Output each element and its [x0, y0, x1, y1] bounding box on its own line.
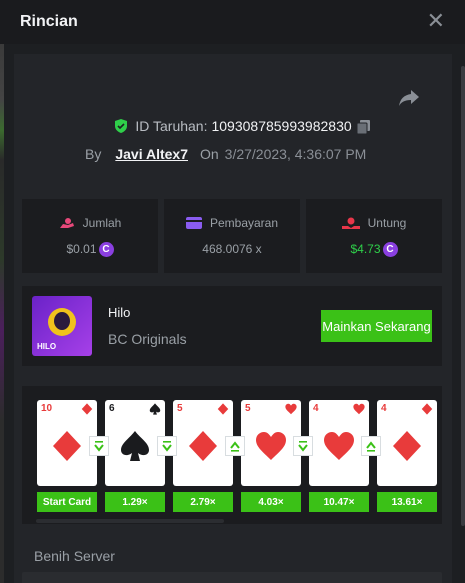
- coin-icon: C: [98, 241, 114, 257]
- stat-label-profit: Untung: [367, 215, 407, 230]
- bet-id-row: ID Taruhan: 109308785993982830: [0, 118, 465, 134]
- playing-card: 4: [309, 400, 369, 486]
- higher-arrow-icon: [361, 436, 381, 456]
- heart-suit-icon: [285, 403, 297, 415]
- diamond-suit-icon: [421, 403, 433, 415]
- server-seed-field[interactable]: [22, 572, 442, 583]
- card-multiplier: Start Card: [37, 492, 97, 512]
- card-slot: 5 2.79×: [173, 400, 233, 512]
- stat-card-amount: Jumlah $0.01 C: [22, 199, 158, 273]
- stat-label-payout: Pembayaran: [209, 216, 279, 230]
- higher-arrow-icon: [225, 436, 245, 456]
- user-link[interactable]: Javi Altex7: [115, 146, 188, 162]
- diamond-suit-icon: [53, 431, 81, 461]
- game-thumb-label: HILO: [37, 342, 57, 351]
- bet-author-row: By Javi Altex7 On 3/27/2023, 4:36:07 PM: [85, 146, 366, 162]
- cards-scrollbar[interactable]: [36, 519, 224, 523]
- card-multiplier: 4.03×: [241, 492, 301, 512]
- stats-row: Jumlah $0.01 C Pembayaran 468.0076 x Unt…: [22, 199, 442, 273]
- playing-card: 6: [105, 400, 165, 486]
- card-rank: 4: [313, 403, 319, 414]
- card-multiplier: 2.79×: [173, 492, 233, 512]
- bet-date: 3/27/2023, 4:36:07 PM: [224, 146, 367, 162]
- stat-value-profit: $4.73: [350, 242, 381, 256]
- card-multiplier: 13.61×: [377, 492, 437, 512]
- copy-icon[interactable]: [356, 119, 372, 135]
- card-rank: 10: [41, 403, 53, 414]
- card-multiplier: 10.47×: [309, 492, 369, 512]
- wager-icon: [59, 217, 74, 228]
- game-name[interactable]: Hilo: [108, 305, 130, 320]
- game-provider: BC Originals: [108, 331, 187, 347]
- card-multiplier: 1.29×: [105, 492, 165, 512]
- heart-suit-icon: [353, 403, 365, 415]
- card-slot: 6 1.29×: [105, 400, 165, 512]
- stat-card-profit: Untung $4.73 C: [306, 199, 442, 273]
- playing-card: 5: [241, 400, 301, 486]
- card-rank: 4: [381, 403, 387, 414]
- card-slot: 5 4.03×: [241, 400, 301, 512]
- spade-suit-icon: [149, 403, 161, 415]
- stat-card-payout: Pembayaran 468.0076 x: [164, 199, 300, 273]
- modal-scrollbar[interactable]: [461, 66, 465, 526]
- shield-check-icon: [115, 119, 128, 133]
- share-icon[interactable]: [397, 88, 421, 108]
- heart-suit-icon: [324, 432, 354, 460]
- stat-value-amount: $0.01: [66, 242, 97, 256]
- game-row: HILO Hilo BC Originals Mainkan Sekarang: [22, 286, 442, 366]
- spade-suit-icon: [121, 431, 149, 461]
- lower-arrow-icon: [157, 436, 177, 456]
- modal-title: Rincian: [20, 13, 78, 30]
- diamond-suit-icon: [393, 431, 421, 461]
- bet-id-label: ID Taruhan:: [135, 118, 208, 134]
- by-label: By: [85, 146, 102, 162]
- bet-id-value: 109308785993982830: [211, 118, 352, 134]
- card-rank: 6: [109, 403, 115, 414]
- game-thumbnail[interactable]: HILO: [32, 296, 92, 356]
- card-slot: 4 10.47×: [309, 400, 369, 512]
- stat-label-amount: Jumlah: [82, 215, 122, 230]
- close-icon[interactable]: ✕: [427, 8, 445, 34]
- diamond-suit-icon: [217, 403, 229, 415]
- card-slot: 4 13.61×: [377, 400, 437, 512]
- stat-value-payout: 468.0076 x: [202, 242, 262, 256]
- cards-history: 10 Start Card 6 1.29× 5 2.79× 5 4.03× 4 10.47× 4 13…: [22, 386, 442, 524]
- lower-arrow-icon: [293, 436, 313, 456]
- playing-card: 4: [377, 400, 437, 486]
- playing-card: 5: [173, 400, 233, 486]
- profit-icon: [341, 217, 360, 229]
- card-rank: 5: [177, 403, 183, 414]
- diamond-suit-icon: [81, 403, 93, 415]
- playing-card: 10: [37, 400, 97, 486]
- heart-suit-icon: [256, 432, 286, 460]
- card-slot: 10 Start Card: [37, 400, 97, 512]
- lower-arrow-icon: [89, 436, 109, 456]
- coin-icon: C: [382, 241, 398, 257]
- modal-header: Rincian: [0, 0, 465, 44]
- card-rank: 5: [245, 403, 251, 414]
- background-strip: [0, 0, 4, 583]
- on-label: On: [199, 146, 219, 162]
- payout-icon: [185, 217, 202, 229]
- diamond-suit-icon: [189, 431, 217, 461]
- play-now-button[interactable]: Mainkan Sekarang: [321, 310, 432, 342]
- server-seed-label: Benih Server: [34, 548, 115, 564]
